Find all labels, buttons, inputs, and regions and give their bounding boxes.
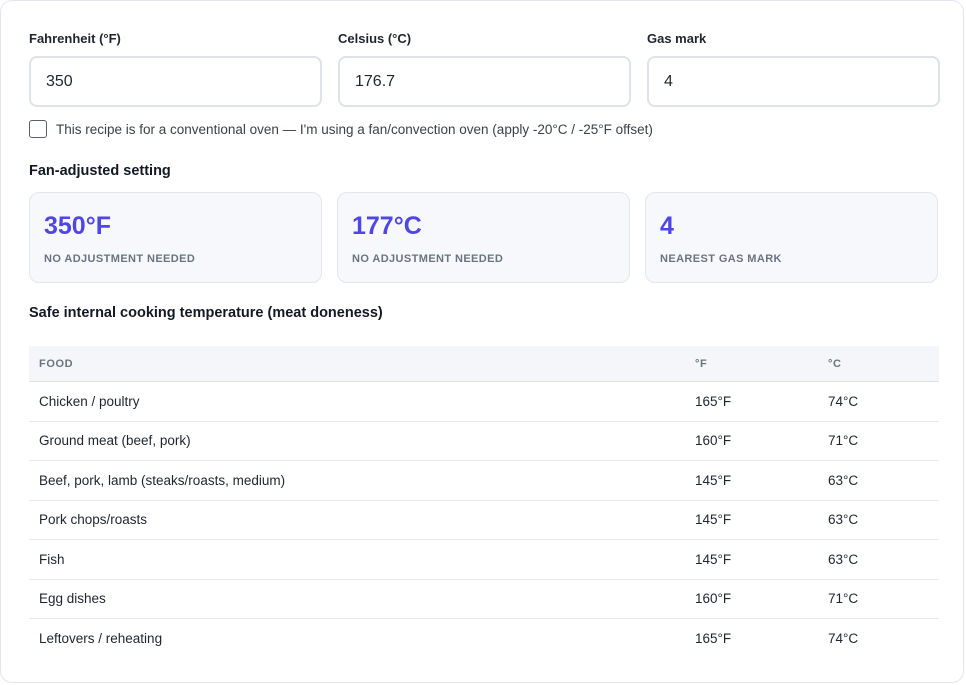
celsius-label: Celsius (°C)	[338, 31, 412, 46]
result-fahrenheit-note: NO ADJUSTMENT NEEDED	[44, 253, 196, 265]
result-celsius-note: NO ADJUSTMENT NEEDED	[352, 253, 504, 265]
food-cell: Beef, pork, lamb (steaks/roasts, medium)	[29, 460, 685, 501]
table-row: Leftovers / reheating 165°F 74°C	[29, 619, 939, 658]
fan-oven-checkbox[interactable]	[29, 120, 47, 138]
fan-oven-checkbox-label[interactable]: This recipe is for a conventional oven —…	[56, 122, 653, 137]
celsius-input[interactable]	[338, 56, 631, 107]
temperature-inputs: Fahrenheit (°F) Celsius (°C) Gas mark	[29, 31, 940, 107]
fahrenheit-cell: 145°F	[685, 539, 818, 580]
fahrenheit-cell: 165°F	[695, 630, 732, 646]
table-row: Ground meat (beef, pork) 160°F 71°C	[29, 421, 939, 461]
result-gas-mark-note: NEAREST GAS MARK	[660, 253, 782, 265]
gas-mark-label: Gas mark	[647, 31, 707, 46]
celsius-cell: 74°C	[818, 381, 939, 422]
table-row: Chicken / poultry 165°F 74°C	[29, 381, 939, 422]
fahrenheit-cell: 145°F	[685, 460, 818, 501]
fahrenheit-input[interactable]	[29, 56, 322, 107]
doneness-title: Safe internal cooking temperature (meat …	[29, 305, 383, 321]
celsius-cell: 63°C	[818, 460, 939, 501]
celsius-cell: 71°C	[818, 421, 939, 461]
food-cell: Leftovers / reheating	[39, 630, 163, 646]
gas-mark-field-group: Gas mark	[647, 31, 940, 107]
fahrenheit-cell: 145°F	[685, 500, 818, 540]
fahrenheit-label: Fahrenheit (°F)	[29, 31, 121, 46]
table-header-row: FOOD °F °C	[29, 346, 939, 382]
table-row: Egg dishes 160°F 71°C	[29, 579, 939, 619]
food-cell: Ground meat (beef, pork)	[29, 421, 685, 461]
celsius-cell: 63°C	[818, 500, 939, 540]
food-cell: Chicken / poultry	[29, 381, 685, 422]
fan-adjusted-title: Fan-adjusted setting	[29, 163, 171, 179]
table-row: Fish 145°F 63°C	[29, 539, 939, 580]
fan-adjusted-results: 350°F NO ADJUSTMENT NEEDED 177°C NO ADJU…	[29, 192, 939, 283]
result-fahrenheit-value: 350°F	[44, 212, 111, 240]
celsius-cell: 63°C	[818, 539, 939, 580]
food-cell: Fish	[29, 539, 685, 580]
header-food: FOOD	[29, 346, 685, 382]
result-gas-mark: 4 NEAREST GAS MARK	[645, 192, 938, 283]
fahrenheit-cell: 160°F	[685, 421, 818, 461]
gas-mark-input[interactable]	[647, 56, 940, 107]
celsius-cell: 71°C	[818, 579, 939, 619]
result-celsius-value: 177°C	[352, 212, 422, 240]
fahrenheit-cell: 160°F	[685, 579, 818, 619]
table-row: Pork chops/roasts 145°F 63°C	[29, 500, 939, 540]
fan-oven-option[interactable]: This recipe is for a conventional oven —…	[29, 120, 653, 138]
doneness-table: FOOD °F °C Chicken / poultry 165°F 74°C …	[29, 346, 939, 658]
food-cell: Pork chops/roasts	[29, 500, 685, 540]
result-gas-mark-value: 4	[660, 212, 674, 240]
result-fahrenheit: 350°F NO ADJUSTMENT NEEDED	[29, 192, 322, 283]
table-row: Beef, pork, lamb (steaks/roasts, medium)…	[29, 460, 939, 501]
food-cell: Egg dishes	[29, 579, 685, 619]
result-celsius: 177°C NO ADJUSTMENT NEEDED	[337, 192, 630, 283]
fahrenheit-field-group: Fahrenheit (°F)	[29, 31, 322, 107]
header-celsius: °C	[818, 346, 939, 382]
celsius-cell: 74°C	[828, 630, 859, 646]
fahrenheit-cell: 165°F	[685, 381, 818, 422]
celsius-field-group: Celsius (°C)	[338, 31, 631, 107]
converter-card: Fahrenheit (°F) Celsius (°C) Gas mark Th…	[0, 0, 964, 683]
header-fahrenheit: °F	[685, 346, 818, 382]
